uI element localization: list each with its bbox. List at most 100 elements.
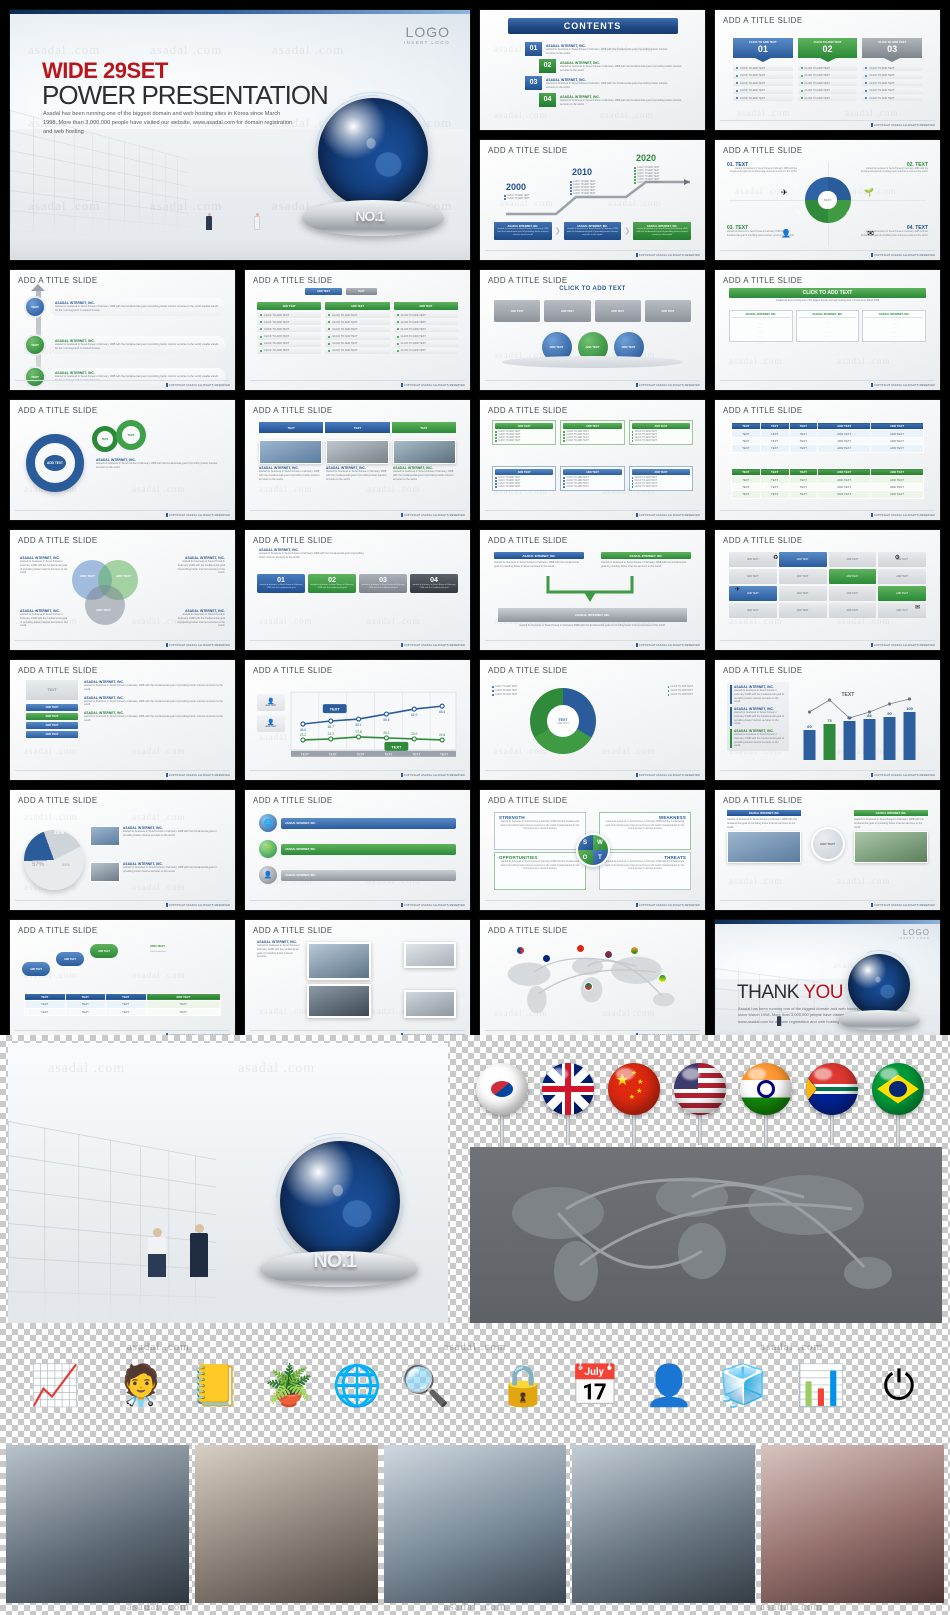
slide-line-chart[interactable]: ADD A TITLE SLIDE asadal .com asadal .co… bbox=[244, 659, 471, 781]
slide-cell-cover[interactable]: asadal .com asadal .com asadal .com asad… bbox=[5, 5, 475, 265]
notepad-refresh-icon[interactable]: 📒 bbox=[182, 1353, 248, 1419]
uk-flag-pin-icon[interactable] bbox=[542, 954, 551, 963]
asset-scene-businessmen-globe[interactable]: NO.1 asadal .com asadal .com bbox=[8, 1043, 448, 1323]
table-row[interactable]: TEXT TEXT TEXT ADD TEXT ADD TEXT bbox=[731, 444, 924, 453]
flow-right[interactable]: ASADAL INTERNET, INC. started its busine… bbox=[601, 552, 691, 569]
korea-flag-pin-icon[interactable] bbox=[516, 946, 525, 955]
step-card[interactable]: 04 started its business in Seoul Korea i… bbox=[410, 574, 458, 593]
bullet-item[interactable]: CLICK TO ADD TEXT bbox=[325, 319, 390, 326]
timeline-card[interactable]: ASADAL INTERNET, INC. started its busine… bbox=[494, 221, 552, 240]
slide-quad-donut[interactable]: ADD A TITLE SLIDE asadal .com asadal .co… bbox=[714, 139, 941, 261]
step-card[interactable]: 03 started its business in Seoul Korea i… bbox=[359, 574, 407, 593]
plant-pot-icon[interactable]: 🪴 bbox=[256, 1353, 322, 1419]
green-table[interactable]: TEXT TEXT TEXT ADD TEXT ADD TEXT TEXT TE… bbox=[731, 467, 924, 499]
photo-item[interactable]: ASADAL INTERNET, INC. started its busine… bbox=[393, 440, 456, 481]
matrix-cell[interactable]: ADD TEXT bbox=[778, 603, 827, 618]
matrix-cell[interactable]: ADD TEXT bbox=[828, 603, 877, 618]
slide-cell-donut-big[interactable]: ADD A TITLE SLIDE asadal .com asadal .co… bbox=[475, 655, 710, 785]
step-card[interactable]: 02 started its business in Seoul Korea i… bbox=[308, 574, 356, 593]
swot-quadrant-weakness[interactable]: WEAKNESS started its business in Seoul K… bbox=[599, 812, 691, 850]
slide-pie-chart[interactable]: ADD A TITLE SLIDE asadal .com asadal .co… bbox=[9, 789, 236, 911]
slide-cell-quad-donut[interactable]: ADD A TITLE SLIDE asadal .com asadal .co… bbox=[710, 135, 945, 265]
bars-list-row[interactable]: 🌱 ASADAL INTERNET, INC. bbox=[259, 840, 456, 858]
slide-cell-contents[interactable]: asadal .com asadal .com asadal .com asad… bbox=[475, 5, 710, 135]
calendar-person-icon[interactable]: 📅 bbox=[562, 1353, 628, 1419]
slide-left-nav[interactable]: ADD A TITLE SLIDE asadal .com asadal .co… bbox=[9, 659, 236, 781]
quadrant-01[interactable]: 01. TEXT started its business in Seoul K… bbox=[727, 162, 797, 175]
uk-flag-pin[interactable] bbox=[542, 1063, 594, 1145]
photo-item[interactable]: ASADAL INTERNET, INC. started its busine… bbox=[326, 440, 389, 481]
step-card[interactable]: 01 started its business in Seoul Korea i… bbox=[257, 574, 305, 593]
bullet-item[interactable]: CLICK TO ADD TEXT bbox=[733, 65, 793, 71]
slide-cell-vertical-arrow[interactable]: ADD A TITLE SLIDE asadal .com asadal .co… bbox=[5, 265, 240, 395]
bullet-panel[interactable]: ADD TEXT CLICK TO ADD TEXT CLICK TO ADD … bbox=[628, 420, 693, 445]
southafrica-flag-pin-icon[interactable] bbox=[584, 982, 593, 991]
bullet-panel[interactable]: ADD TEXT CLICK TO ADD TEXT CLICK TO ADD … bbox=[492, 420, 557, 445]
slide-cell-swot[interactable]: ADD A TITLE SLIDE asadal .com asadal .co… bbox=[475, 785, 710, 915]
swot-quadrant-opportunities[interactable]: OPPORTUNITIES started its business in Se… bbox=[494, 852, 586, 890]
column-03[interactable]: CLICK TO ADD TEXT 03 CLICK TO ADD TEXT C… bbox=[862, 38, 923, 101]
table-column[interactable]: ASADAL INTERNET, INC. · · · · · · · · · ·… bbox=[795, 310, 860, 342]
column-02[interactable]: CLICK TO ADD TEXT 02 CLICK TO ADD TEXT C… bbox=[797, 38, 858, 101]
bullet-item[interactable]: CLICK TO ADD TEXT bbox=[325, 312, 390, 318]
timeline-card[interactable]: ASADAL INTERNET, INC. started its busine… bbox=[633, 221, 691, 240]
asset-world-map-graphic[interactable] bbox=[470, 1147, 942, 1323]
bullet-item[interactable]: CLICK TO ADD TEXT bbox=[733, 80, 793, 86]
bullet-item[interactable]: CLICK TO ADD TEXT bbox=[733, 87, 793, 94]
bullet-item[interactable]: CLICK TO ADD TEXT bbox=[325, 333, 390, 340]
slide-cell-big-table[interactable]: ADD A TITLE SLIDE asadal .com asadal .co… bbox=[710, 395, 945, 525]
slide-cell-process-photos[interactable]: ADD A TITLE SLIDE asadal .com asadal .co… bbox=[240, 395, 475, 525]
bullet-item[interactable]: CLICK TO ADD TEXT bbox=[257, 326, 322, 333]
bullet-item[interactable]: CLICK TO ADD TEXT bbox=[733, 72, 793, 79]
korea-flag-pin[interactable] bbox=[476, 1063, 528, 1145]
flow-bottom-bar[interactable]: ASADAL INTERNET, INC. bbox=[498, 608, 687, 622]
top-label-right[interactable]: TEXT bbox=[345, 288, 377, 295]
slide-cell-pie-chart[interactable]: ADD A TITLE SLIDE asadal .com asadal .co… bbox=[5, 785, 240, 915]
bullet-item[interactable]: CLICK TO ADD TEXT bbox=[862, 72, 923, 79]
bullet-item[interactable]: CLICK TO ADD TEXT bbox=[797, 95, 858, 101]
india-flag-pin-icon[interactable] bbox=[630, 946, 639, 955]
slide-green-table[interactable]: ADD A TITLE SLIDE asadal .com asadal .co… bbox=[714, 269, 941, 391]
slide-cell-bar-chart[interactable]: ADD A TITLE SLIDE asadal .com asadal .co… bbox=[710, 655, 945, 785]
photo-thumbnail[interactable] bbox=[404, 990, 456, 1018]
slide-cell-green-table[interactable]: ADD A TITLE SLIDE asadal .com asadal .co… bbox=[710, 265, 945, 395]
slide-thankyou[interactable]: asadal .com LOGO INSERT LOGO THANK YOU A… bbox=[714, 919, 941, 1041]
nav-button[interactable]: ADD TEXT bbox=[26, 713, 78, 720]
legend-item[interactable]: ASADAL INTERNET, INC. started its busine… bbox=[730, 685, 786, 704]
stair-step[interactable]: ADD TEXT bbox=[90, 944, 118, 958]
bullet-item[interactable]: CLICK TO ADD TEXT bbox=[393, 347, 458, 354]
matrix-cell[interactable]: ADD TEXT bbox=[878, 586, 926, 601]
india-flag-pin[interactable] bbox=[740, 1063, 792, 1145]
bullet-item[interactable]: CLICK TO ADD TEXT bbox=[257, 319, 322, 326]
slide-four-steps[interactable]: ADD A TITLE SLIDE asadal .com asadal .co… bbox=[244, 529, 471, 651]
venn-circle[interactable] bbox=[85, 585, 125, 625]
bullet-item[interactable]: CLICK TO ADD TEXT bbox=[325, 340, 390, 347]
bullet-item[interactable]: CLICK TO ADD TEXT bbox=[393, 312, 458, 318]
china-flag-pin-icon[interactable] bbox=[576, 944, 585, 953]
process-step[interactable]: TEXT bbox=[259, 422, 324, 433]
slide-cell-circles-row[interactable]: ADD A TITLE SLIDE asadal .com asadal .co… bbox=[475, 265, 710, 395]
card-item[interactable]: ADD TEXT bbox=[594, 300, 641, 322]
power-button-icon[interactable]: ⏻ bbox=[866, 1353, 932, 1419]
nav-button[interactable]: ADD TEXT bbox=[26, 704, 78, 711]
pie-chart[interactable] bbox=[24, 830, 84, 890]
slide-cell-left-nav[interactable]: ADD A TITLE SLIDE asadal .com asadal .co… bbox=[5, 655, 240, 785]
matrix-cell[interactable]: ADD TEXT bbox=[778, 586, 827, 601]
slide-arrow-flow[interactable]: ADD A TITLE SLIDE asadal .com asadal .co… bbox=[479, 529, 706, 651]
card-item[interactable]: ADD TEXT bbox=[544, 300, 591, 322]
stair-step[interactable]: ADD TEXT bbox=[56, 952, 84, 966]
table-column[interactable]: ASADAL INTERNET, INC. · · · · · · · · · ·… bbox=[862, 310, 927, 342]
bullet-panel[interactable]: ADD TEXT CLICK TO ADD TEXT CLICK TO ADD … bbox=[492, 466, 557, 491]
slide-rings[interactable]: ADD A TITLE SLIDE asadal .com asadal .co… bbox=[9, 399, 236, 521]
slide-three-green[interactable]: ADD A TITLE SLIDE asadal .com asadal .co… bbox=[244, 269, 471, 391]
photo-thumbnail[interactable] bbox=[404, 942, 456, 968]
slide-two-col-bullets[interactable]: ADD A TITLE SLIDE asadal .com asadal .co… bbox=[479, 399, 706, 521]
bullet-item[interactable]: CLICK TO ADD TEXT bbox=[257, 347, 322, 354]
matrix-cell[interactable]: ADD TEXT bbox=[729, 603, 777, 618]
slide-bars-list[interactable]: ADD A TITLE SLIDE asadal .com asadal .co… bbox=[244, 789, 471, 911]
stair-data-table[interactable]: TEXT TEXT TEXT ADD TEXT TEXT TEXT TEXT T… bbox=[24, 992, 221, 1017]
bullet-panel[interactable]: ADD TEXT CLICK TO ADD TEXT CLICK TO ADD … bbox=[628, 466, 693, 491]
photo-business-team-group[interactable] bbox=[6, 1445, 189, 1603]
process-step[interactable]: TEXT bbox=[389, 422, 456, 433]
side-label-card[interactable]: 👤 ADD TEXT bbox=[257, 715, 285, 732]
